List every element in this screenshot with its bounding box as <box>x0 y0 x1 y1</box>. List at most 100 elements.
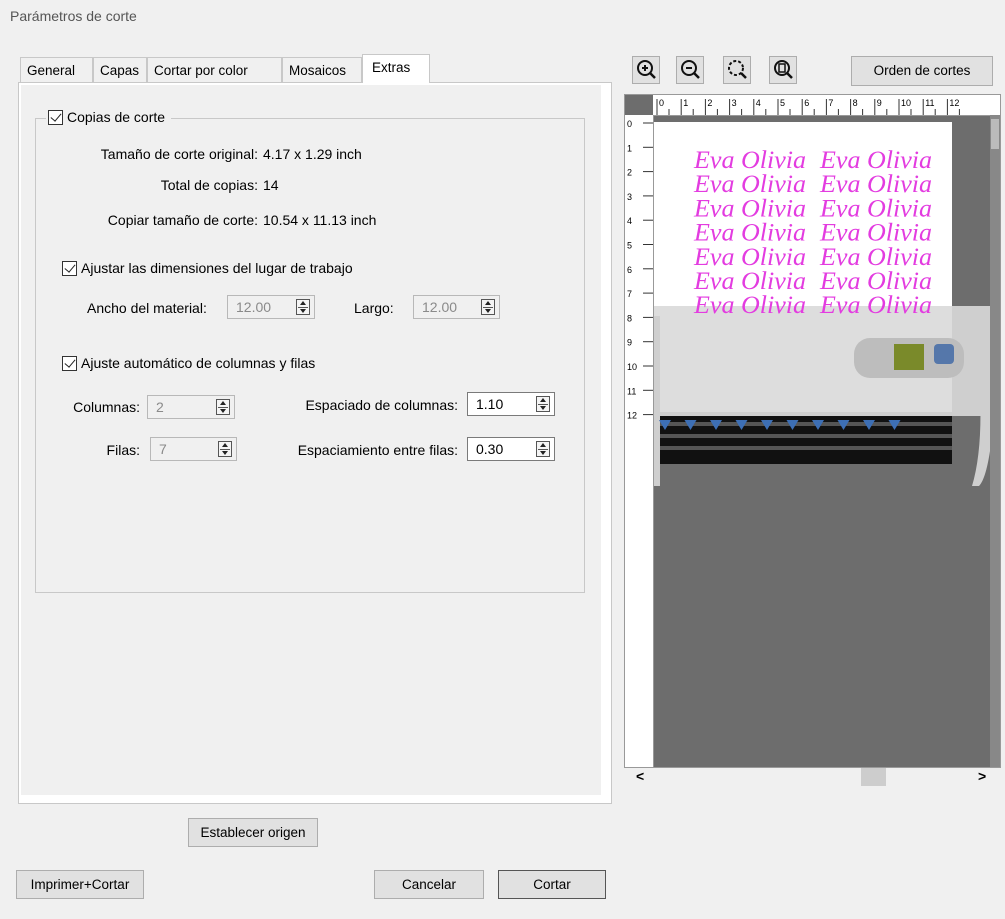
rows-value: 7 <box>159 441 167 457</box>
workspace-option: Ajustar las dimensiones del lugar de tra… <box>62 260 353 276</box>
spin-arrows-icon[interactable] <box>218 441 232 457</box>
copy-size-value: 10.54 x 11.13 inch <box>263 212 377 228</box>
ruler-left: 0 1 2 3 4 5 6 7 8 9 10 11 12 <box>625 115 654 767</box>
ruler-label: 0 <box>627 119 632 129</box>
ruler-label: 7 <box>627 289 632 299</box>
ruler-label: 4 <box>627 216 632 226</box>
zoom-in-icon <box>637 60 656 79</box>
ruler-label: 2 <box>707 98 712 108</box>
ruler-label: 1 <box>683 98 688 108</box>
ruler-label: 6 <box>804 98 809 108</box>
ruler-label: 8 <box>627 313 632 323</box>
row-spacing-value: 0.30 <box>476 441 504 457</box>
ruler-label: 5 <box>780 98 785 108</box>
material-width-stepper[interactable]: 12.00 <box>227 295 315 319</box>
original-size-value: 4.17 x 1.29 inch <box>263 146 362 162</box>
design-copy: Eva Olivia <box>693 171 806 198</box>
spin-arrows-icon[interactable] <box>536 441 550 457</box>
ruler-label: 11 <box>627 386 636 396</box>
ruler-top-ticks: 0 1 2 3 4 5 6 7 8 9 10 11 12 <box>656 98 960 115</box>
column-spacing-label: Espaciado de columnas: <box>305 397 458 413</box>
total-copies-value: 14 <box>263 177 279 193</box>
ruler-label: 5 <box>627 241 632 251</box>
design-copy: Eva Olivia <box>819 292 932 319</box>
zoom-fit-icon <box>728 60 747 79</box>
spin-arrows-icon[interactable] <box>481 299 495 315</box>
zoom-out-icon <box>681 60 700 79</box>
spin-arrows-icon[interactable] <box>296 299 310 315</box>
zoom-out-button[interactable] <box>676 56 704 84</box>
ruler-label: 3 <box>627 192 632 202</box>
design-copy: Eva Olivia <box>819 244 932 271</box>
copies-label: Copias de corte <box>67 109 166 125</box>
design-copy: Eva Olivia <box>693 268 806 295</box>
preview-horizontal-scrollbar[interactable]: < > <box>628 768 1001 786</box>
spin-arrows-icon[interactable] <box>216 399 230 415</box>
ruler-label: 12 <box>627 411 637 421</box>
preview-vertical-scrollbar[interactable] <box>990 115 1000 767</box>
zoom-in-button[interactable] <box>632 56 660 84</box>
tab-general[interactable]: General <box>20 57 93 82</box>
tab-mosaicos[interactable]: Mosaicos <box>282 57 362 82</box>
scroll-left-arrow[interactable]: < <box>636 768 644 784</box>
design-copy: Eva Olivia <box>819 220 932 247</box>
set-origin-button[interactable]: Establecer origen <box>188 818 318 847</box>
ruler-label: 1 <box>627 143 632 153</box>
auto-grid-checkbox[interactable] <box>62 355 77 371</box>
design-copy: Eva Olivia <box>819 147 932 174</box>
ruler-label: 9 <box>627 338 632 348</box>
auto-grid-label: Ajuste automático de columnas y filas <box>81 355 316 371</box>
total-copies-label: Total de copias: <box>160 177 258 193</box>
ruler-label: 12 <box>949 98 959 108</box>
cut-button[interactable]: Cortar <box>498 870 606 899</box>
ruler-label: 8 <box>853 98 858 108</box>
cancel-button[interactable]: Cancelar <box>374 870 484 899</box>
auto-grid-option: Ajuste automático de columnas y filas <box>62 355 315 371</box>
preview-canvas: Eva Olivia Eva OliviaEva Olivia Eva Olivia… <box>654 122 992 486</box>
scroll-right-arrow[interactable]: > <box>978 768 986 784</box>
ruler-label: 6 <box>627 265 632 275</box>
ruler-label: 3 <box>732 98 737 108</box>
material-width-value: 12.00 <box>236 299 272 315</box>
ruler-label: 0 <box>659 98 664 108</box>
tab-extras[interactable]: Extras <box>362 54 430 83</box>
column-spacing-stepper[interactable]: 1.10 <box>467 392 555 416</box>
row-spacing-label: Espaciamiento entre filas: <box>297 442 458 458</box>
workspace-label: Ajustar las dimensiones del lugar de tra… <box>81 260 353 276</box>
tab-cortar-por-color[interactable]: Cortar por color <box>147 57 282 82</box>
design-copy: Eva Olivia <box>693 195 806 222</box>
tab-capas[interactable]: Capas <box>93 57 147 82</box>
ruler-left-ticks: 0123456789101112 <box>627 119 653 421</box>
print-cut-button[interactable]: Imprimer+Cortar <box>16 870 144 899</box>
cutter-display <box>894 344 924 370</box>
ruler-top: 0 1 2 3 4 5 6 7 8 9 10 11 12 <box>653 95 1000 116</box>
design-copy: Eva Olivia <box>693 292 806 319</box>
scroll-thumb[interactable] <box>861 768 886 786</box>
original-size-label: Tamaño de corte original: <box>100 146 258 162</box>
columns-stepper[interactable]: 2 <box>147 395 235 419</box>
copies-group-legend: Copias de corte <box>46 109 172 125</box>
material-length-label: Largo: <box>354 300 394 316</box>
row-spacing-stepper[interactable]: 0.30 <box>467 437 555 461</box>
cut-preview[interactable]: 0 1 2 3 4 5 6 7 8 9 10 11 12 0 1 2 3 4 5 6 7 8 9 10 11 12 Eva Ol… <box>624 94 1001 768</box>
spin-arrows-icon[interactable] <box>536 396 550 412</box>
zoom-page-button[interactable] <box>769 56 797 84</box>
ruler-label: 9 <box>877 98 882 108</box>
cut-order-button[interactable]: Orden de cortes <box>851 56 993 86</box>
rows-stepper[interactable]: 7 <box>150 437 237 461</box>
design-copy: Eva Olivia <box>693 244 806 271</box>
ruler-label: 11 <box>925 98 934 108</box>
workspace-checkbox[interactable] <box>62 260 77 276</box>
ruler-label: 10 <box>627 362 637 372</box>
material-length-value: 12.00 <box>422 299 458 315</box>
material-width-label: Ancho del material: <box>87 300 207 316</box>
columns-label: Columnas: <box>73 399 140 415</box>
copies-checkbox[interactable] <box>48 109 63 125</box>
ruler-label: 10 <box>901 98 911 108</box>
material-length-stepper[interactable]: 12.00 <box>413 295 500 319</box>
column-spacing-value: 1.10 <box>476 396 504 412</box>
design-copy: Eva Olivia <box>819 268 932 295</box>
design-copy: Eva Olivia <box>819 195 932 222</box>
ruler-label: 4 <box>756 98 761 108</box>
zoom-fit-button[interactable] <box>723 56 751 84</box>
